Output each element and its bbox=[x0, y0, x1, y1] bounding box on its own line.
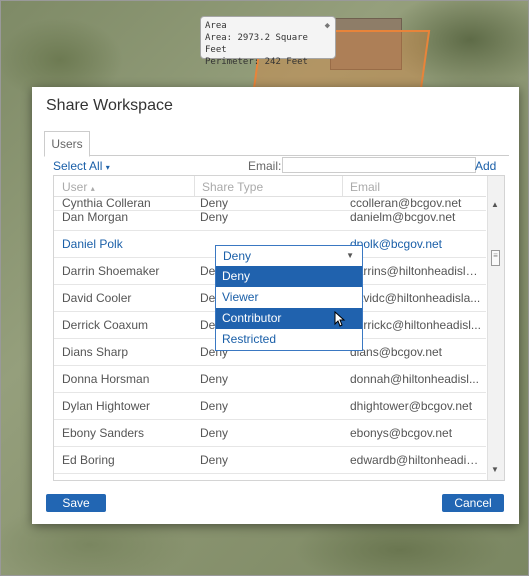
user-cell: Dians Sharp bbox=[62, 345, 129, 359]
email-cell: dhightower@bcgov.net bbox=[350, 399, 473, 413]
table-row[interactable]: Dan Morgan Deny danielm@bcgov.net bbox=[54, 204, 486, 231]
tooltip-area: Area: 2973.2 Square Feet bbox=[205, 33, 308, 55]
table-row[interactable]: Ed Boring Deny edwardb@hiltonheadisl... bbox=[54, 447, 486, 474]
email-cell: dians@bcgov.net bbox=[350, 345, 443, 359]
cancel-button[interactable]: Cancel bbox=[442, 494, 504, 512]
table-row[interactable]: Ebony Sanders Deny ebonys@bcgov.net bbox=[54, 420, 486, 447]
user-cell: Ebony Sanders bbox=[62, 426, 145, 440]
share-type-cell[interactable]: Deny bbox=[200, 204, 340, 230]
user-cell: Daniel Polk bbox=[62, 237, 123, 251]
share-type-select[interactable]: Deny ▼ bbox=[215, 245, 363, 267]
select-all-button[interactable]: Select All ▾ bbox=[53, 159, 110, 173]
user-cell: Dylan Hightower bbox=[62, 399, 151, 413]
share-type-cell[interactable]: Deny bbox=[200, 393, 340, 419]
user-cell: Darrin Shoemaker bbox=[62, 264, 160, 278]
share-type-selected-value: Deny bbox=[223, 249, 252, 263]
user-cell: Dan Morgan bbox=[62, 210, 129, 224]
column-header-user[interactable]: User ▴ bbox=[62, 180, 95, 194]
user-cell: Derrick Coaxum bbox=[62, 318, 149, 332]
share-type-options: Deny Viewer Contributor Restricted bbox=[215, 266, 363, 351]
caret-down-icon: ▾ bbox=[105, 163, 110, 172]
column-header-email[interactable]: Email bbox=[350, 180, 380, 194]
option-restricted[interactable]: Restricted bbox=[216, 329, 362, 350]
tab-users[interactable]: Users bbox=[44, 131, 90, 157]
grid-header: User ▴ Share Type Email bbox=[54, 176, 486, 197]
email-cell: danielm@bcgov.net bbox=[350, 210, 456, 224]
email-cell: derrickc@hiltonheadisl... bbox=[350, 318, 481, 332]
email-input[interactable] bbox=[282, 157, 476, 173]
grid-scrollbar[interactable]: ▲ ≡ ▼ bbox=[487, 176, 504, 480]
pin-icon[interactable]: ◆ bbox=[325, 20, 330, 32]
column-divider[interactable] bbox=[194, 176, 195, 196]
email-cell: ebonys@bcgov.net bbox=[350, 426, 453, 440]
mouse-pointer-icon bbox=[334, 311, 346, 327]
sort-asc-icon: ▴ bbox=[90, 184, 95, 193]
table-row[interactable]: Donna Horsman Deny donnah@hiltonheadisl.… bbox=[54, 366, 486, 393]
email-cell: davidc@hiltonheadisla... bbox=[350, 291, 481, 305]
email-cell: dpolk@bcgov.net bbox=[350, 237, 443, 251]
share-type-cell[interactable]: Deny bbox=[200, 366, 340, 392]
scroll-down-icon[interactable]: ▼ bbox=[491, 465, 499, 474]
tab-divider bbox=[44, 155, 509, 156]
area-tooltip: ◆ Area Area: 2973.2 Square Feet Perimete… bbox=[200, 16, 336, 67]
chevron-down-icon: ▼ bbox=[346, 251, 354, 260]
scroll-thumb[interactable]: ≡ bbox=[491, 250, 500, 266]
option-deny[interactable]: Deny bbox=[216, 266, 362, 287]
email-cell: darrins@hiltonheadisla... bbox=[350, 264, 482, 278]
select-all-label: Select All bbox=[53, 159, 103, 173]
dialog-title: Share Workspace bbox=[46, 97, 173, 114]
option-viewer[interactable]: Viewer bbox=[216, 287, 362, 308]
share-workspace-dialog: Share Workspace Users Select All ▾ Email… bbox=[32, 87, 519, 524]
user-cell: David Cooler bbox=[62, 291, 132, 305]
tooltip-title: Area bbox=[205, 21, 227, 31]
option-contributor-label: Contributor bbox=[222, 311, 282, 325]
scroll-up-icon[interactable]: ▲ bbox=[491, 200, 499, 209]
table-row[interactable]: Dylan Hightower Deny dhightower@bcgov.ne… bbox=[54, 393, 486, 420]
share-type-cell[interactable]: Deny bbox=[200, 420, 340, 446]
email-cell: donnah@hiltonheadisl... bbox=[350, 372, 479, 386]
column-divider[interactable] bbox=[342, 176, 343, 196]
column-header-user-label: User bbox=[62, 180, 88, 194]
users-grid: Cynthia Colleran Deny ccolleran@bcgov.ne… bbox=[53, 175, 505, 481]
option-contributor[interactable]: Contributor bbox=[216, 308, 362, 329]
user-cell: Donna Horsman bbox=[62, 372, 150, 386]
email-label: Email: bbox=[248, 159, 282, 173]
tooltip-perimeter: Perimeter: 242 Feet bbox=[205, 57, 308, 67]
save-button[interactable]: Save bbox=[46, 494, 106, 512]
column-header-share-type[interactable]: Share Type bbox=[202, 180, 263, 194]
email-cell: edwardb@hiltonheadisl... bbox=[350, 453, 482, 467]
user-cell: Ed Boring bbox=[62, 453, 115, 467]
add-button[interactable]: Add bbox=[475, 159, 496, 173]
share-type-cell[interactable]: Deny bbox=[200, 447, 340, 473]
